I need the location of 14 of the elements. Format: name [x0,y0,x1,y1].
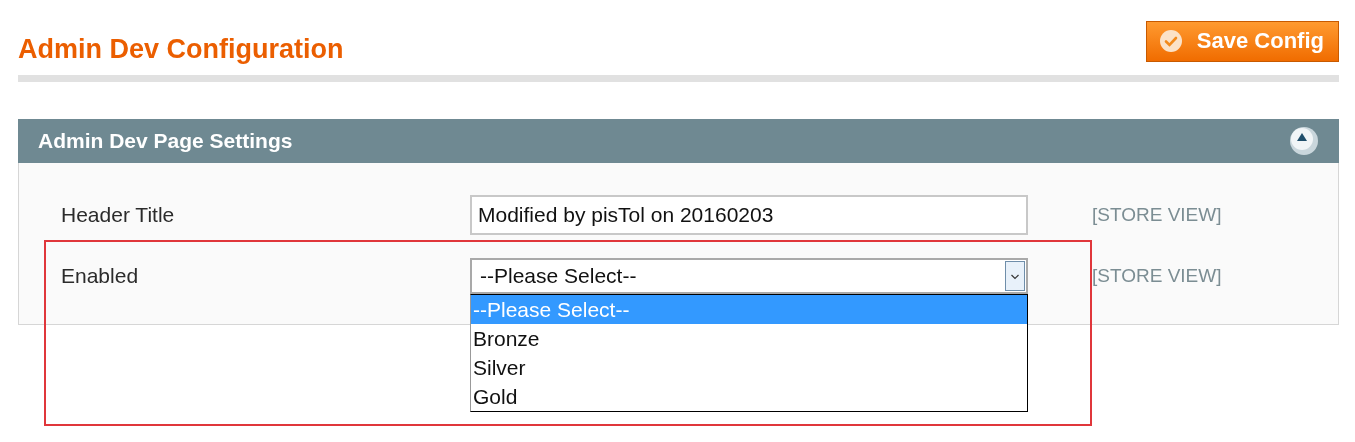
field-label: Enabled [60,263,140,288]
check-icon [1158,29,1183,53]
field-label: Header Title [60,202,176,227]
text-field[interactable]: Modified by pisTol on 20160203 [470,194,1028,235]
dropdown-option[interactable]: Silver [471,352,1027,382]
caret-icon [1005,260,1025,291]
page-title: Admin Dev Configuration [18,32,344,65]
scope-label: [STORE VIEW] [1092,264,1222,287]
dropdown-option[interactable]: Bronze [471,323,1027,353]
section-title: Admin Dev Page Settings [38,129,293,153]
scope-label: [STORE VIEW] [1092,203,1222,226]
section-header[interactable]: Admin Dev Page Settings [18,119,1339,163]
select-field[interactable]: --Please Select-- [470,257,1028,294]
dropdown-option[interactable]: Gold [471,381,1027,411]
